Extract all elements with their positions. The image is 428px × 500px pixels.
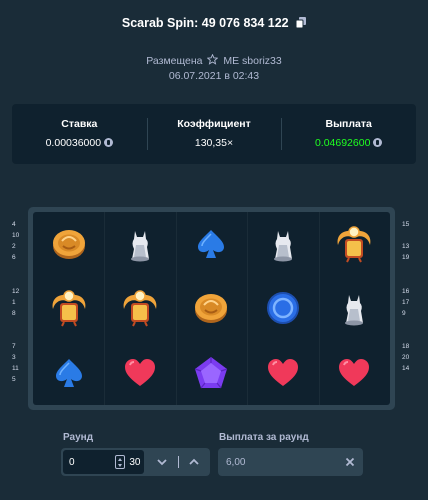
stepper-icon[interactable] bbox=[115, 455, 126, 469]
payout-stat: Выплата 0.04692600 bbox=[281, 104, 416, 164]
reel-cell bbox=[33, 212, 104, 276]
round-input[interactable]: 0 30 bbox=[63, 450, 145, 474]
bet-value: 0.00036000 bbox=[12, 137, 147, 149]
bet-stats-panel: Ставка 0.00036000 Коэффициент 130,35× Вы… bbox=[12, 104, 416, 164]
bet-title-text: Scarab Spin: 49 076 834 122 bbox=[121, 16, 289, 30]
close-icon[interactable] bbox=[343, 455, 357, 469]
cat-statue-icon bbox=[131, 231, 150, 262]
round-payout-label: Выплата за раунд bbox=[219, 432, 309, 443]
multiplier-stat: Коэффициент 130,35× bbox=[146, 104, 282, 164]
bet-date: 06.07.2021 в 02:43 bbox=[168, 70, 260, 82]
star-icon bbox=[207, 54, 219, 65]
reel-cell bbox=[104, 276, 175, 340]
round-up-button[interactable] bbox=[178, 448, 210, 476]
round-max: 30 bbox=[129, 456, 141, 468]
payout-label: Выплата bbox=[325, 118, 372, 130]
reel-cell bbox=[176, 341, 247, 405]
reel-cell bbox=[176, 276, 247, 340]
golden-scarab-icon bbox=[52, 290, 86, 327]
username-link[interactable]: ME sboriz33 bbox=[223, 55, 281, 67]
bet-amount-stat: Ставка 0.00036000 bbox=[12, 104, 147, 164]
reel-cell bbox=[104, 212, 175, 276]
bet-label: Ставка bbox=[61, 118, 98, 130]
heart-icon bbox=[339, 358, 370, 386]
heart-icon bbox=[125, 358, 156, 386]
reel-cell bbox=[33, 341, 104, 405]
reel-cell bbox=[247, 341, 318, 405]
chevron-down-icon bbox=[157, 459, 167, 466]
cat-statue-icon bbox=[273, 231, 292, 262]
placed-by: Размещена ME sboriz33 bbox=[0, 54, 428, 67]
golden-scarab-icon bbox=[337, 226, 371, 263]
golden-scarab-icon bbox=[123, 290, 157, 327]
currency-icon bbox=[373, 138, 383, 147]
payout-value: 0.04692600 bbox=[281, 137, 416, 149]
multiplier-label: Коэффициент bbox=[177, 118, 251, 130]
payline-numbers-right: 15 13 19 16 17 9 18 20 14 bbox=[402, 221, 410, 373]
round-label: Раунд bbox=[63, 432, 94, 443]
pentagon-gem-icon bbox=[195, 356, 228, 389]
multiplier-value: 130,35× bbox=[194, 137, 234, 149]
round-payout-field: 6,00 bbox=[218, 448, 363, 476]
chevron-up-icon bbox=[189, 458, 199, 465]
cat-statue-icon bbox=[345, 295, 364, 326]
blue-ring-icon bbox=[266, 292, 299, 325]
currency-icon bbox=[104, 138, 114, 147]
scarab-coin-icon bbox=[195, 294, 228, 324]
reel-grid bbox=[33, 212, 390, 405]
reel-cell bbox=[104, 341, 175, 405]
reel-cell bbox=[319, 212, 390, 276]
heart-icon bbox=[267, 358, 298, 386]
spade-icon bbox=[55, 358, 82, 387]
scarab-coin-icon bbox=[52, 230, 85, 260]
round-value: 0 bbox=[69, 456, 75, 468]
round-payout-value: 6,00 bbox=[226, 456, 246, 468]
placed-label: Размещена bbox=[146, 55, 203, 67]
reel-cell bbox=[33, 276, 104, 340]
reel-cell bbox=[176, 212, 247, 276]
round-down-button[interactable] bbox=[146, 448, 178, 476]
copy-icon[interactable] bbox=[296, 17, 307, 28]
reel-cell bbox=[319, 276, 390, 340]
reel-cell bbox=[247, 212, 318, 276]
page-title: Scarab Spin: 49 076 834 122 bbox=[0, 16, 428, 30]
reel-cell bbox=[319, 341, 390, 405]
round-control: 0 30 bbox=[61, 448, 210, 476]
reel-cell bbox=[247, 276, 318, 340]
slot-board bbox=[28, 207, 395, 410]
spade-icon bbox=[198, 230, 225, 259]
